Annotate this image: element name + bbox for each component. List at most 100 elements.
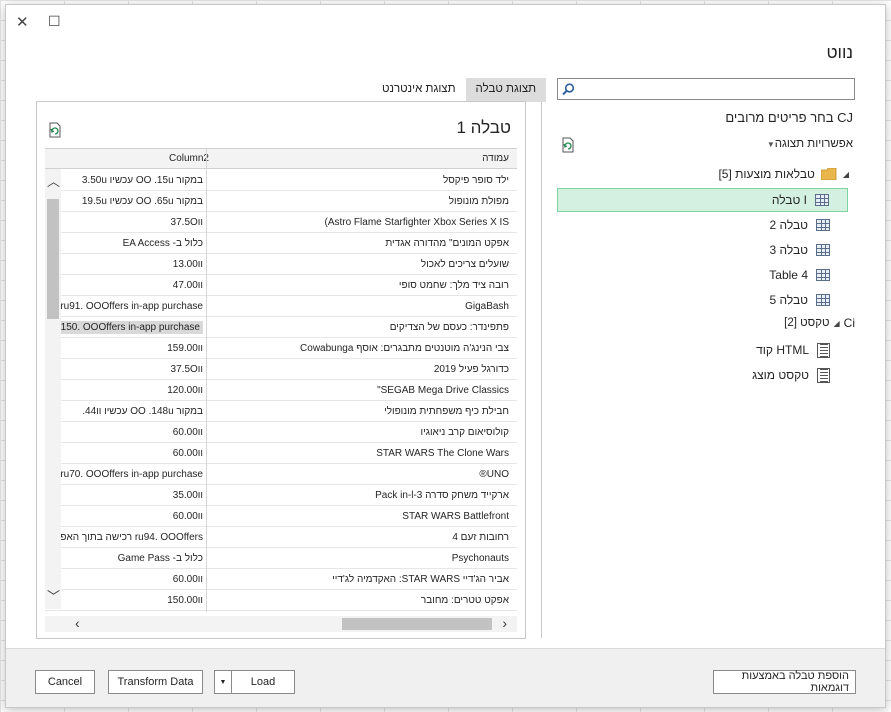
maximize-icon[interactable]: ☐: [48, 14, 61, 29]
cell-column-2[interactable]: וו37.5O: [171, 364, 203, 375]
cell-column-1[interactable]: Psychonauts: [452, 553, 509, 564]
load-dropdown-chevron-icon[interactable]: ▼: [214, 670, 232, 694]
cell-column-1[interactable]: UNO®: [479, 469, 509, 480]
horizontal-scrollbar[interactable]: ‹ ›: [45, 615, 517, 632]
cell-column-2[interactable]: וו13.00: [173, 259, 203, 270]
cell-column-2[interactable]: ru91. OOOffers in-app purchase: [60, 301, 203, 312]
scroll-down-icon[interactable]: ﹀: [47, 586, 60, 605]
refresh-icon[interactable]: [47, 122, 61, 138]
table-item-4[interactable]: Table 4: [557, 263, 848, 287]
load-button[interactable]: Load: [232, 670, 295, 694]
text-item-displayed[interactable]: טקסט מוצג: [557, 363, 848, 387]
table-row[interactable]: GigaBash ru91. OOOffers in-app purchase: [45, 296, 517, 317]
cell-column-1[interactable]: קולוסיאום קרב ניאוגיו: [421, 427, 509, 438]
table-item-3[interactable]: טבלה 3: [557, 238, 848, 262]
transform-data-button[interactable]: Transform Data: [108, 670, 203, 694]
cell-column-1[interactable]: GigaBash: [465, 301, 509, 312]
cell-column-1[interactable]: שועלים צריכים לאכול: [421, 259, 509, 270]
table-row[interactable]: פתפינדר: כעסם של הצדיקים ru150. OOOffers …: [45, 317, 517, 338]
expand-arrow-icon[interactable]: ◢: [834, 319, 840, 328]
table-row[interactable]: STAR WARS Battlefront וו60.00: [45, 506, 517, 527]
cell-column-2[interactable]: ‪‬וו37.5O: [171, 217, 203, 228]
table-item-2[interactable]: טבלה 2: [557, 213, 848, 237]
display-options-dropdown[interactable]: אפשרויות תצוגה▼: [757, 138, 853, 150]
cell-column-2[interactable]: וו47.00: [173, 280, 203, 291]
table-row[interactable]: UNO® ru70. OOOffers in-app purchase: [45, 464, 517, 485]
table-row[interactable]: SEGAB Mega Drive Classics" וו120.00: [45, 380, 517, 401]
tab-web-view[interactable]: תצוגת אינטרנט: [372, 78, 466, 102]
cell-column-2[interactable]: כלול ב- EA Access: [123, 238, 203, 249]
cell-column-2[interactable]: ru70. OOOffers in-app purchase: [60, 469, 203, 480]
cell-column-1[interactable]: מפולת מונופול: [449, 196, 509, 207]
text-folder[interactable]: טקסט [2] ◢ Ci: [784, 316, 855, 330]
scroll-up-icon[interactable]: ︿: [47, 171, 60, 190]
cell-column-1[interactable]: אפקט טטרים: מחובר: [421, 595, 509, 606]
table-row[interactable]: מפולת מונופול במקור OO .65u עכשיו 19.5u: [45, 191, 517, 212]
cell-column-1[interactable]: רחובות זעם 4: [452, 532, 509, 543]
text-item-html[interactable]: קוד HTML: [557, 338, 848, 362]
cell-column-1[interactable]: רובה ציד מלך: שחמט סופי: [399, 280, 509, 291]
table-row[interactable]: ארקייד משחק סדרה 3-Pack in-l וו35.00: [45, 485, 517, 506]
scroll-thumb[interactable]: [47, 199, 59, 319]
table-row[interactable]: כדורגל פעיל 2019 וו37.5O: [45, 359, 517, 380]
cancel-button[interactable]: Cancel: [35, 670, 95, 694]
cell-column-2[interactable]: וו35.00: [173, 490, 203, 501]
cell-column-2[interactable]: ru150. OOOffers in-app purchase: [48, 321, 203, 334]
cell-column-1[interactable]: SEGAB Mega Drive Classics": [377, 385, 509, 396]
cell-column-2[interactable]: במקור OO .15‫u‬ עכשיו 3.50u: [82, 175, 203, 186]
scroll-right-icon[interactable]: ›: [502, 615, 507, 631]
cell-column-1[interactable]: אביר הג'דיי STAR WARS: האקדמיה לג'דיי: [332, 574, 509, 585]
column-header-1[interactable]: עמודה: [482, 153, 509, 164]
table-row[interactable]: חבילת כיף משפחתית מונופולי במקור OO .148u…: [45, 401, 517, 422]
search-input[interactable]: [580, 80, 850, 98]
cell-column-1[interactable]: ילד סופר פיקסל: [443, 175, 509, 186]
cell-column-2[interactable]: וו60.00: [173, 427, 203, 438]
table-item-5[interactable]: טבלה 5: [557, 288, 848, 312]
table-row[interactable]: ילד סופר פיקסל במקור OO .15‫u‬ עכשיו 3.50…: [45, 170, 517, 191]
cell-column-2[interactable]: וו60.00: [173, 448, 203, 459]
cell-column-1[interactable]: ארקייד משחק סדרה 3-Pack in-l: [375, 490, 509, 501]
cell-column-2[interactable]: וו150.00: [167, 595, 203, 606]
table-row[interactable]: אביר הג'דיי STAR WARS: האקדמיה לג'דיי וו6…: [45, 569, 517, 590]
table-row[interactable]: רובה ציד מלך: שחמט סופי וו47.00: [45, 275, 517, 296]
cell-column-2[interactable]: וו60.00: [173, 511, 203, 522]
close-icon[interactable]: ✕: [16, 15, 29, 30]
cell-column-2[interactable]: במקור OO .148u עכשיו וו44.: [82, 406, 203, 417]
cell-column-2[interactable]: ru94. OOOffers רכישה בתוך האפליקציה: [45, 532, 203, 543]
table-row[interactable]: שועלים צריכים לאכול וו13.00: [45, 254, 517, 275]
cell-column-1[interactable]: STAR WARS Battlefront: [402, 511, 509, 522]
scroll-left-icon[interactable]: ‹: [75, 615, 80, 631]
table-row[interactable]: Psychonauts כלול ב- Game Pass: [45, 548, 517, 569]
cell-column-2[interactable]: במקור OO .65u עכשיו 19.5u: [82, 196, 203, 207]
scroll-thumb[interactable]: [342, 618, 492, 630]
cell-column-1[interactable]: חבילת כיף משפחתית מונופולי: [384, 406, 509, 417]
table-item-1[interactable]: טבלה I: [557, 188, 848, 212]
tab-table-view[interactable]: תצוגת טבלה: [465, 78, 547, 102]
expand-arrow-icon[interactable]: ◢: [843, 170, 849, 179]
cell-column-2[interactable]: וו120.00: [167, 385, 203, 396]
cell-column-2[interactable]: וו60.00: [173, 574, 203, 585]
select-multiple-items[interactable]: CJ בחר פריטים מרובים: [725, 110, 853, 125]
table-row[interactable]: אפקט טטרים: מחובר וו150.00: [45, 590, 517, 611]
refresh-icon[interactable]: [560, 137, 574, 153]
cell-column-2[interactable]: כלול ב- Game Pass: [118, 553, 203, 564]
cell-column-1[interactable]: פתפינדר: כעסם של הצדיקים: [390, 322, 509, 333]
vertical-scrollbar[interactable]: ︿ ﹀: [45, 169, 61, 609]
add-table-using-examples-button[interactable]: הוספת טבלה באמצעות דוגמאות: [713, 670, 856, 694]
table-row[interactable]: STAR WARS The Clone Wars וו60.00: [45, 443, 517, 464]
panel-divider[interactable]: [541, 81, 542, 638]
table-row[interactable]: Astro Flame Starfighter Xbox Series X IS…: [45, 212, 517, 233]
data-grid[interactable]: עמודה Column2 ילד סופר פיקסל במקור OO .15…: [45, 148, 517, 612]
table-row[interactable]: צבי הנינג'ה מוטנטים מתבגרים: אוסף Cowabu…: [45, 338, 517, 359]
search-field[interactable]: [557, 78, 855, 100]
cell-column-1[interactable]: Astro Flame Starfighter Xbox Series X IS…: [324, 217, 509, 228]
column-header-2[interactable]: Column2: [169, 153, 209, 164]
table-row[interactable]: רחובות זעם 4 ru94. OOOffers רכישה בתוך הא…: [45, 527, 517, 548]
cell-column-1[interactable]: STAR WARS The Clone Wars: [376, 448, 509, 459]
table-row[interactable]: אפקט המונים" מהדורה אגדית כלול ב- EA Acce…: [45, 233, 517, 254]
table-row[interactable]: קולוסיאום קרב ניאוגיו וו60.00: [45, 422, 517, 443]
suggested-tables-folder[interactable]: ◢ טבלאות מוצעות [5]: [718, 167, 849, 181]
cell-column-1[interactable]: כדורגל פעיל 2019: [434, 364, 509, 375]
cell-column-2[interactable]: וו159.00: [167, 343, 203, 354]
cell-column-1[interactable]: אפקט המונים" מהדורה אגדית: [385, 238, 509, 249]
